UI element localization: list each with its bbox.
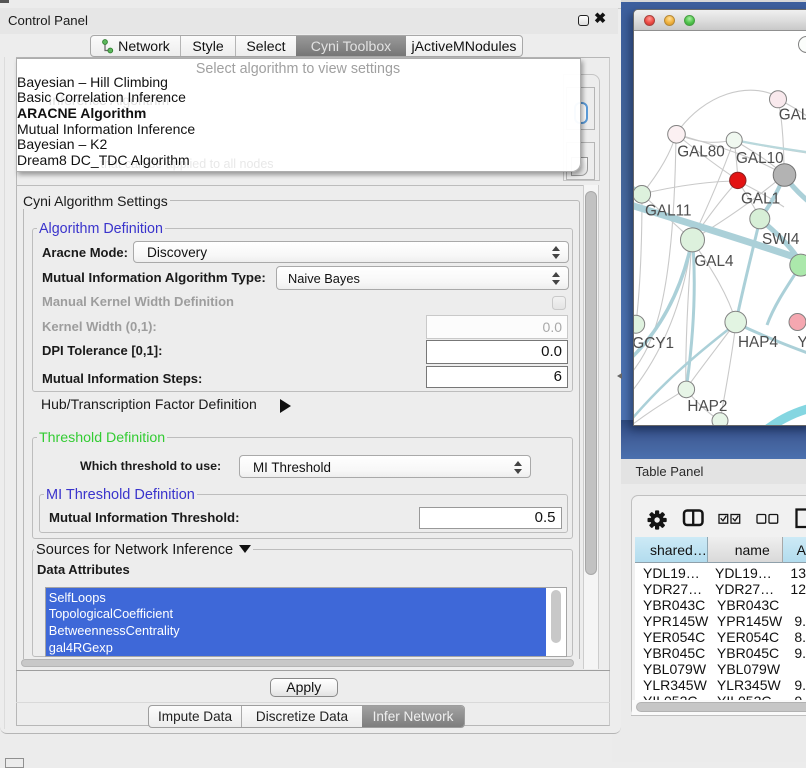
svg-text:GAL80: GAL80	[677, 143, 725, 160]
svg-text:GAL2: GAL2	[779, 106, 806, 123]
svg-text:GAL11: GAL11	[645, 203, 692, 220]
svg-text:HAP4: HAP4	[738, 334, 778, 351]
svg-text:GAL4: GAL4	[694, 253, 734, 270]
svg-text:HAP2: HAP2	[687, 398, 727, 415]
svg-text:GCY1: GCY1	[634, 335, 674, 352]
svg-text:SWI4: SWI4	[762, 231, 800, 248]
svg-text:GAL1: GAL1	[741, 191, 780, 208]
svg-text:GAL10: GAL10	[736, 150, 784, 167]
svg-text:Y: Y	[798, 334, 806, 351]
